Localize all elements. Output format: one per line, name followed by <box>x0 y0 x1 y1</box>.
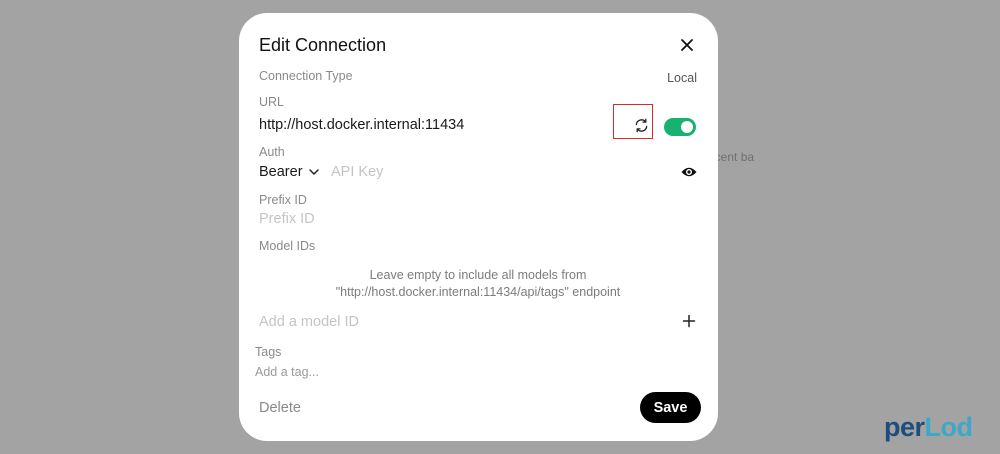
edit-connection-modal: Edit Connection Connection Type Local UR… <box>239 13 718 441</box>
verify-connection-button[interactable] <box>634 118 649 133</box>
eye-icon <box>681 167 697 177</box>
model-ids-hint: Leave empty to include all models from "… <box>259 267 697 301</box>
add-model-id-button[interactable] <box>682 314 696 328</box>
model-ids-hint-line1: Leave empty to include all models from <box>369 268 587 282</box>
refresh-icon <box>635 118 648 133</box>
save-button[interactable]: Save <box>640 392 701 423</box>
connection-type-label: Connection Type <box>259 69 353 83</box>
connection-type-value[interactable]: Local <box>667 71 697 85</box>
model-ids-label: Model IDs <box>259 239 316 253</box>
close-icon <box>681 39 693 51</box>
model-id-input[interactable]: Add a model ID <box>259 314 359 330</box>
logo-part-2: Lod <box>924 412 973 442</box>
show-api-key-button[interactable] <box>681 165 697 179</box>
tags-label: Tags <box>255 345 282 359</box>
delete-button[interactable]: Delete <box>259 400 301 416</box>
api-key-input[interactable]: API Key <box>331 164 383 180</box>
chevron-down-icon <box>308 169 319 175</box>
url-input[interactable]: http://host.docker.internal:11434 <box>259 117 464 133</box>
tag-input[interactable]: Add a tag... <box>255 365 319 379</box>
auth-type-select[interactable]: Bearer <box>259 164 320 180</box>
logo-part-1: per <box>884 412 925 442</box>
prefix-id-label: Prefix ID <box>259 193 307 207</box>
perlod-logo: perLod <box>884 412 973 443</box>
auth-type-value: Bearer <box>259 164 303 180</box>
plus-icon <box>682 314 696 328</box>
toggle-knob <box>681 121 693 133</box>
close-button[interactable] <box>677 35 697 55</box>
connection-enabled-toggle[interactable] <box>664 118 696 136</box>
model-ids-hint-line2: "http://host.docker.internal:11434/api/t… <box>335 285 621 299</box>
url-label: URL <box>259 95 285 109</box>
modal-title: Edit Connection <box>259 35 387 55</box>
auth-label: Auth <box>259 145 285 159</box>
prefix-id-input[interactable]: Prefix ID <box>259 211 315 227</box>
